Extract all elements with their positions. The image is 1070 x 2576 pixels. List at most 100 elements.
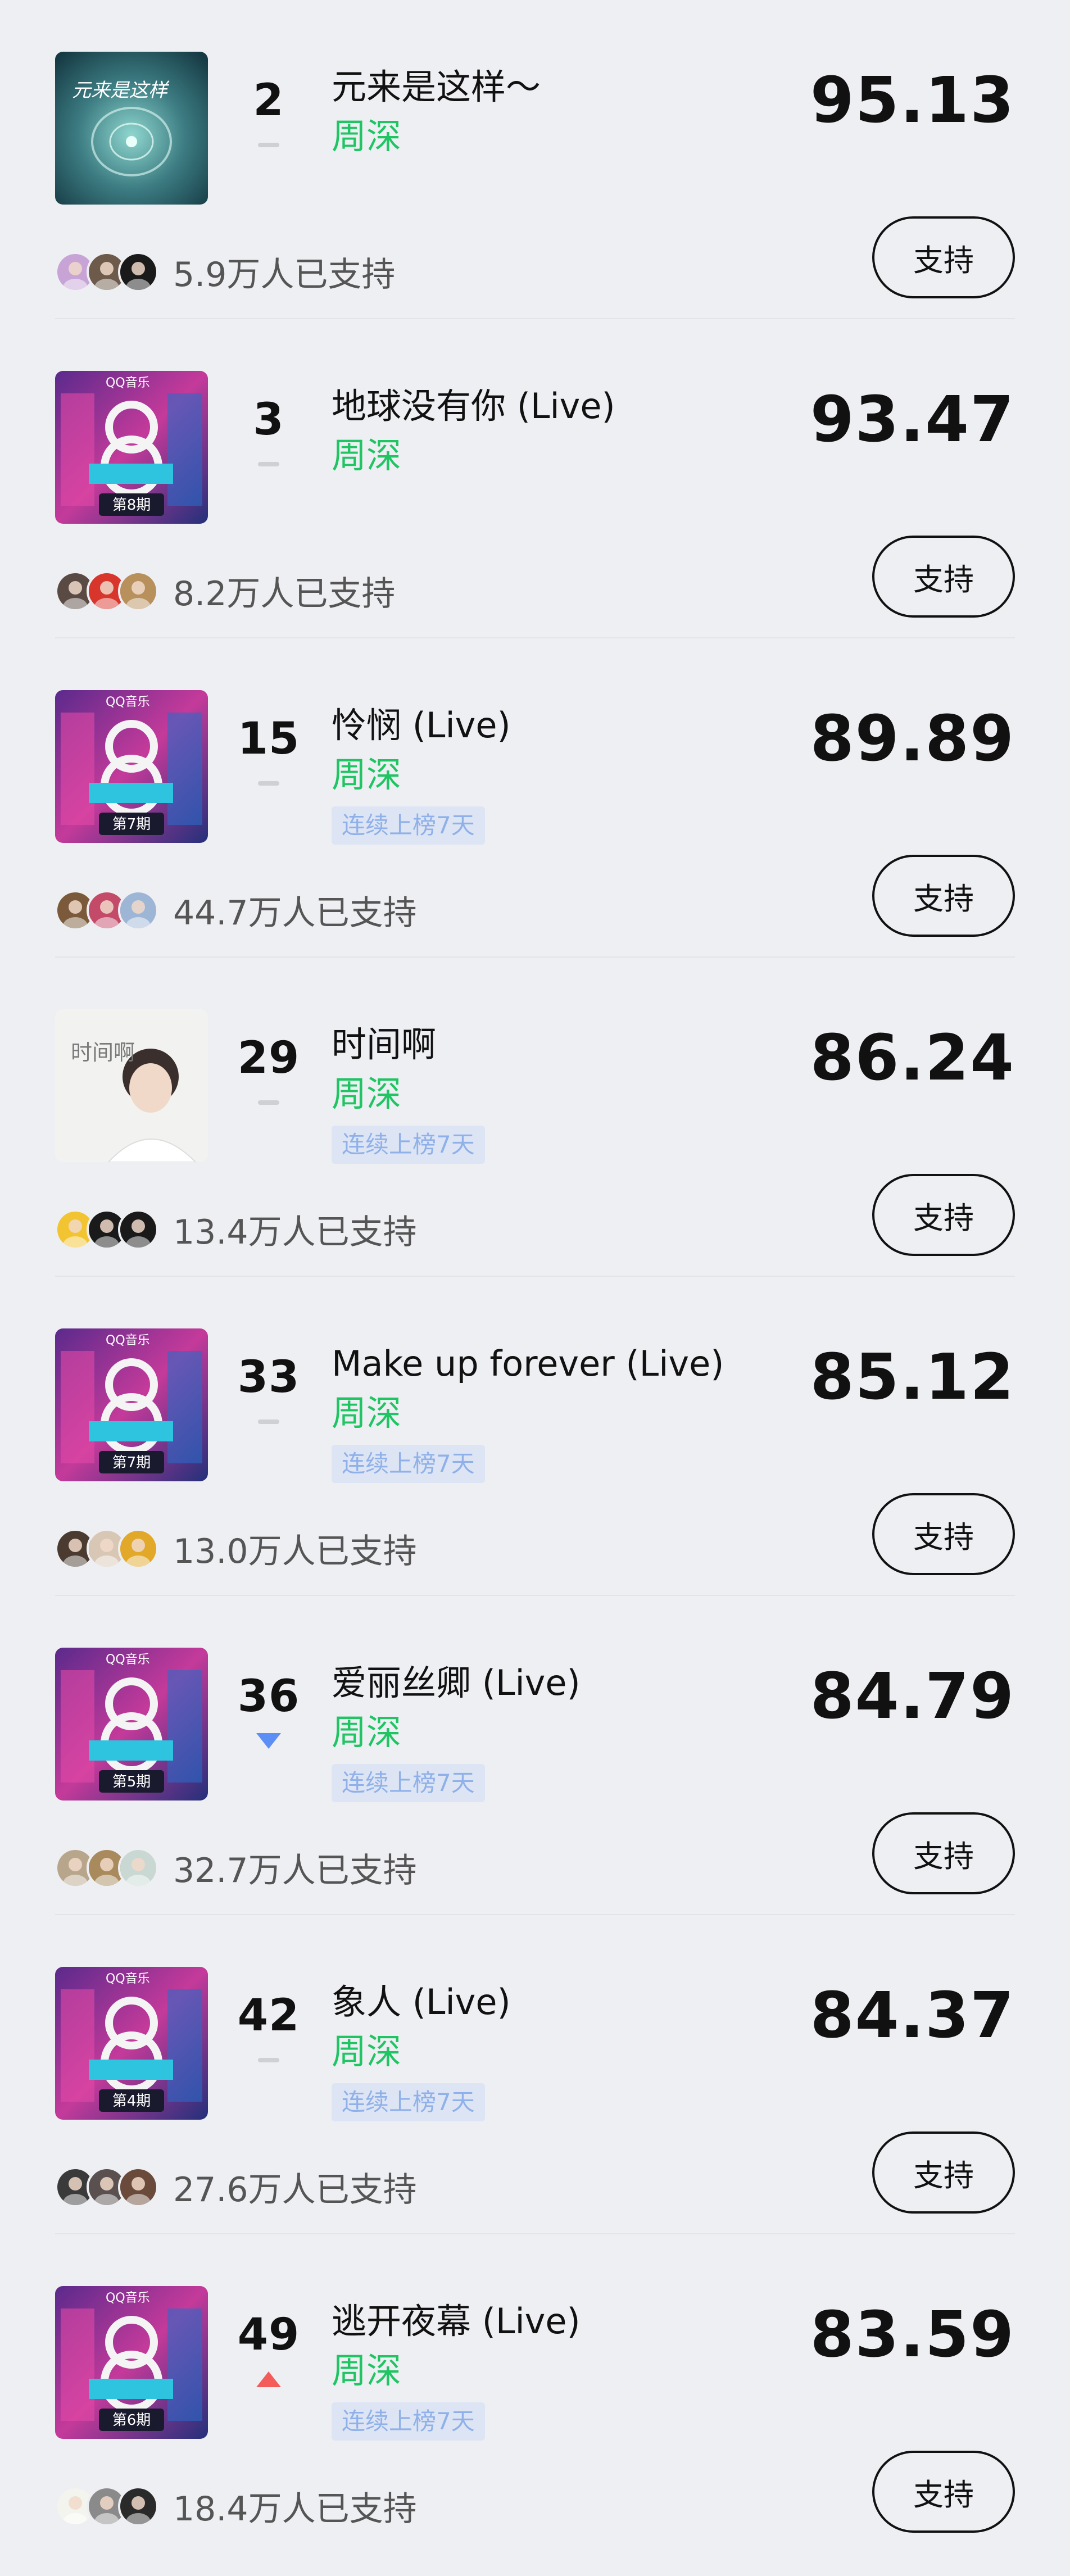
song-title[interactable]: Make up forever (Live) bbox=[332, 1343, 724, 1385]
cover-title-text: 时间啊 bbox=[71, 1040, 135, 1065]
rank-trend bbox=[218, 2052, 319, 2068]
song-info: 元来是这样～ 周深 bbox=[332, 66, 541, 158]
album-cover[interactable]: QQ音乐 第6期 bbox=[55, 2286, 208, 2439]
artist-name[interactable]: 周深 bbox=[332, 435, 615, 477]
support-button[interactable]: 支持 bbox=[872, 2451, 1015, 2533]
rank-number: 3 bbox=[253, 394, 284, 445]
score-value: 95.13 bbox=[810, 64, 1015, 137]
supporter-avatars bbox=[55, 2166, 162, 2207]
rank-trend bbox=[218, 1733, 319, 1749]
support-button[interactable]: 支持 bbox=[872, 2131, 1015, 2214]
artist-name[interactable]: 周深 bbox=[332, 116, 541, 157]
song-title[interactable]: 爱丽丝卿 (Live) bbox=[332, 1662, 581, 1704]
cover-brand-text: QQ音乐 bbox=[106, 1972, 150, 1986]
supporters-count: 13.4万人已支持 bbox=[173, 1213, 417, 1252]
streak-badge: 连续上榜7天 bbox=[332, 2402, 485, 2441]
supporter-avatar bbox=[118, 1528, 158, 1569]
song-info: 地球没有你 (Live) 周深 bbox=[332, 386, 615, 477]
supporter-avatars bbox=[55, 1528, 162, 1569]
chart-row[interactable]: QQ音乐 第5期 36 爱丽丝卿 (Live) 周深 连续上榜7天 84.79 … bbox=[55, 1596, 1015, 1915]
score-value: 89.89 bbox=[810, 702, 1015, 775]
support-button[interactable]: 支持 bbox=[872, 216, 1015, 298]
album-cover[interactable]: QQ音乐 第5期 bbox=[55, 1648, 208, 1801]
support-button[interactable]: 支持 bbox=[872, 1174, 1015, 1256]
support-button[interactable]: 支持 bbox=[872, 536, 1015, 618]
streak-badge: 连续上榜7天 bbox=[332, 1444, 485, 1484]
rank-number: 33 bbox=[237, 1352, 300, 1403]
album-cover-art: QQ音乐 第4期 bbox=[55, 1967, 208, 2120]
trend-unchanged-icon bbox=[258, 1100, 279, 1105]
album-cover[interactable]: 时间啊 bbox=[55, 1009, 208, 1162]
supporter-avatar bbox=[118, 2166, 158, 2207]
album-cover[interactable]: 元来是这样 bbox=[55, 52, 208, 205]
supporters-info: 27.6万人已支持 bbox=[55, 2162, 417, 2211]
album-cover[interactable]: QQ音乐 第7期 bbox=[55, 1328, 208, 1481]
supporters-count: 32.7万人已支持 bbox=[173, 1851, 417, 1890]
chart-row[interactable]: QQ音乐 第6期 49 逃开夜幕 (Live) 周深 连续上榜7天 83.59 … bbox=[55, 2234, 1015, 2554]
artist-name[interactable]: 周深 bbox=[332, 2031, 511, 2072]
chart-row[interactable]: 时间啊 29 时间啊 周深 连续上榜7天 86.24 13.4万人已支持 支持 bbox=[55, 958, 1015, 1277]
cover-brand-text: QQ音乐 bbox=[106, 376, 150, 390]
supporter-avatars bbox=[55, 890, 162, 931]
trend-down-icon bbox=[256, 1733, 281, 1749]
chart-row[interactable]: QQ音乐 第7期 15 怜悯 (Live) 周深 连续上榜7天 89.89 44… bbox=[55, 638, 1015, 958]
rank-column: 33 bbox=[218, 1355, 319, 1430]
album-cover-art: QQ音乐 第6期 bbox=[55, 2286, 208, 2439]
song-title[interactable]: 地球没有你 (Live) bbox=[332, 386, 615, 427]
score-value: 93.47 bbox=[810, 383, 1015, 456]
supporters-count: 18.4万人已支持 bbox=[173, 2489, 417, 2529]
chart-row[interactable]: QQ音乐 第7期 33 Make up forever (Live) 周深 连续… bbox=[55, 1277, 1015, 1596]
supporters-info: 32.7万人已支持 bbox=[55, 1843, 417, 1892]
song-title[interactable]: 象人 (Live) bbox=[332, 1981, 511, 2023]
rank-trend bbox=[218, 137, 319, 153]
supporters-count: 44.7万人已支持 bbox=[173, 894, 417, 933]
score-value: 86.24 bbox=[810, 1022, 1015, 1095]
cover-issue-text: 第7期 bbox=[112, 1454, 151, 1471]
song-title[interactable]: 逃开夜幕 (Live) bbox=[332, 2301, 581, 2342]
song-title[interactable]: 怜悯 (Live) bbox=[332, 705, 511, 746]
streak-badge: 连续上榜7天 bbox=[332, 1763, 485, 1803]
song-info: 怜悯 (Live) 周深 连续上榜7天 bbox=[332, 705, 511, 845]
supporters-info: 13.0万人已支持 bbox=[55, 1524, 417, 1573]
artist-name[interactable]: 周深 bbox=[332, 1712, 581, 1753]
score-value: 85.12 bbox=[810, 1341, 1015, 1414]
supporter-avatar bbox=[118, 2486, 158, 2527]
album-cover[interactable]: QQ音乐 第4期 bbox=[55, 1967, 208, 2120]
rank-number: 2 bbox=[253, 75, 284, 126]
song-title[interactable]: 元来是这样～ bbox=[332, 66, 541, 108]
chart-row[interactable]: 元来是这样 2 元来是这样～ 周深 95.13 5.9万人已支持 支持 bbox=[55, 0, 1015, 319]
chart-row[interactable]: QQ音乐 第4期 42 象人 (Live) 周深 连续上榜7天 84.37 27… bbox=[55, 1915, 1015, 2234]
cover-issue-text: 第5期 bbox=[112, 1774, 151, 1790]
trend-up-icon bbox=[256, 2371, 281, 2387]
album-cover-art: QQ音乐 第8期 bbox=[55, 371, 208, 524]
rank-trend bbox=[218, 775, 319, 791]
supporters-count: 27.6万人已支持 bbox=[173, 2170, 417, 2210]
rank-number: 15 bbox=[237, 714, 300, 764]
support-button[interactable]: 支持 bbox=[872, 855, 1015, 937]
support-button[interactable]: 支持 bbox=[872, 1493, 1015, 1575]
trend-unchanged-icon bbox=[258, 462, 279, 466]
streak-badge: 连续上榜7天 bbox=[332, 1125, 485, 1164]
supporter-avatar bbox=[118, 1847, 158, 1888]
rank-column: 36 bbox=[218, 1675, 319, 1749]
supporter-avatars bbox=[55, 570, 162, 611]
chart-row[interactable]: QQ音乐 第8期 3 地球没有你 (Live) 周深 93.47 8.2万人已支… bbox=[55, 319, 1015, 638]
score-value: 84.79 bbox=[810, 1660, 1015, 1733]
rank-column: 15 bbox=[218, 717, 319, 791]
cover-brand-text: QQ音乐 bbox=[106, 2291, 150, 2305]
artist-name[interactable]: 周深 bbox=[332, 1073, 485, 1115]
supporter-avatar bbox=[118, 570, 158, 611]
supporter-avatars bbox=[55, 2486, 162, 2527]
support-button[interactable]: 支持 bbox=[872, 1812, 1015, 1894]
album-cover[interactable]: QQ音乐 第7期 bbox=[55, 690, 208, 843]
supporters-count: 5.9万人已支持 bbox=[173, 255, 396, 294]
album-cover[interactable]: QQ音乐 第8期 bbox=[55, 371, 208, 524]
song-title[interactable]: 时间啊 bbox=[332, 1024, 485, 1065]
supporter-avatars bbox=[55, 1209, 162, 1250]
artist-name[interactable]: 周深 bbox=[332, 754, 511, 796]
artist-name[interactable]: 周深 bbox=[332, 1393, 724, 1434]
cover-issue-text: 第4期 bbox=[112, 2093, 151, 2110]
rank-number: 36 bbox=[237, 1671, 300, 1722]
artist-name[interactable]: 周深 bbox=[332, 2350, 581, 2392]
rank-trend bbox=[218, 456, 319, 472]
